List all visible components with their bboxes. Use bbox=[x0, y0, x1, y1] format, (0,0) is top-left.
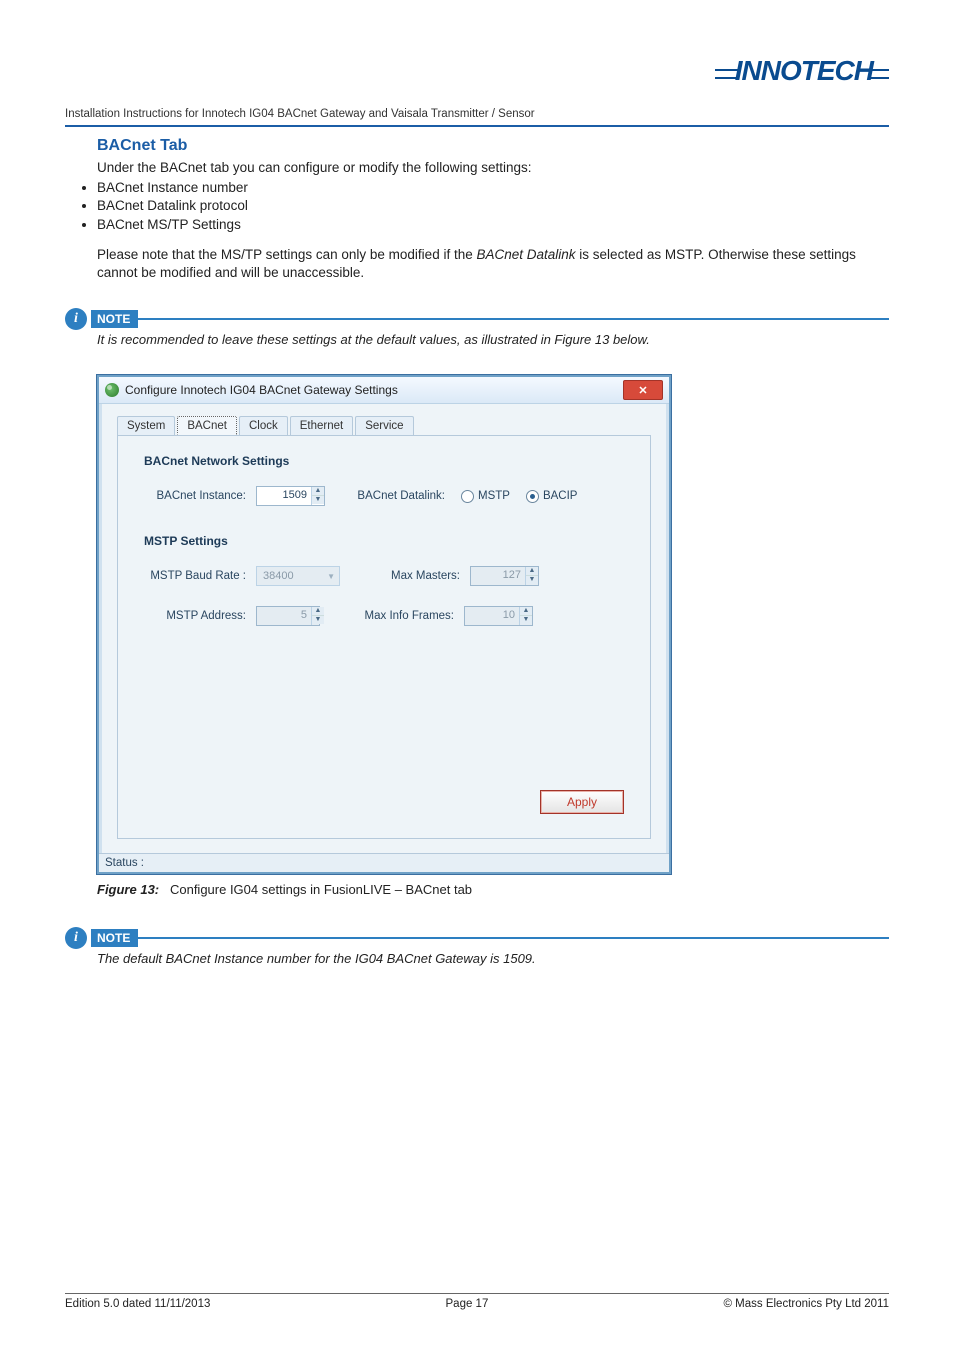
bullet-item: BACnet Datalink protocol bbox=[97, 197, 889, 215]
window-title: Configure Innotech IG04 BACnet Gateway S… bbox=[125, 383, 398, 397]
note-block: i NOTE It is recommended to leave these … bbox=[65, 308, 889, 347]
status-bar: Status : bbox=[99, 853, 669, 872]
chevron-down-icon: ▼ bbox=[327, 572, 335, 581]
settings-window: Configure Innotech IG04 BACnet Gateway S… bbox=[97, 375, 671, 874]
max-masters-spinner: ▲▼ bbox=[470, 566, 539, 586]
tab-ethernet[interactable]: Ethernet bbox=[290, 416, 353, 435]
label-max-info-frames: Max Info Frames: bbox=[350, 610, 454, 622]
max-masters-input bbox=[471, 567, 525, 583]
app-icon bbox=[105, 383, 119, 397]
spin-down-icon[interactable]: ▼ bbox=[312, 496, 324, 504]
tab-clock[interactable]: Clock bbox=[239, 416, 288, 435]
bullet-list: BACnet Instance number BACnet Datalink p… bbox=[83, 179, 889, 234]
mstp-address-spinner: ▲▼ bbox=[256, 606, 320, 626]
spin-up-icon: ▲ bbox=[526, 567, 538, 576]
close-button[interactable]: ✕ bbox=[623, 380, 663, 400]
footer-left: Edition 5.0 dated 11/11/2013 bbox=[65, 1298, 210, 1310]
bullet-item: BACnet MS/TP Settings bbox=[97, 216, 889, 234]
bacnet-instance-spinner[interactable]: ▲▼ bbox=[256, 486, 325, 506]
tab-bar: System BACnet Clock Ethernet Service bbox=[117, 416, 651, 436]
label-max-masters: Max Masters: bbox=[370, 570, 460, 582]
header-rule bbox=[65, 125, 889, 127]
spin-down-icon: ▼ bbox=[312, 616, 324, 624]
spin-up-icon: ▲ bbox=[312, 607, 324, 616]
radio-bacip[interactable]: BACIP bbox=[526, 490, 578, 503]
label-mstp-address: MSTP Address: bbox=[144, 610, 246, 622]
footer-right: © Mass Electronics Pty Ltd 2011 bbox=[723, 1298, 889, 1310]
tab-panel: BACnet Network Settings BACnet Instance:… bbox=[117, 435, 651, 839]
tab-system[interactable]: System bbox=[117, 416, 175, 435]
note-block: i NOTE The default BACnet Instance numbe… bbox=[65, 927, 889, 966]
note-text: The default BACnet Instance number for t… bbox=[97, 951, 889, 966]
tab-service[interactable]: Service bbox=[355, 416, 413, 435]
info-icon: i bbox=[65, 927, 87, 949]
group-title-mstp: MSTP Settings bbox=[144, 534, 632, 548]
apply-button[interactable]: Apply bbox=[540, 790, 624, 814]
spin-down-icon: ▼ bbox=[520, 616, 532, 624]
note-label: NOTE bbox=[91, 929, 138, 947]
group-title-network: BACnet Network Settings bbox=[144, 454, 632, 468]
bullet-item: BACnet Instance number bbox=[97, 179, 889, 197]
spin-up-icon[interactable]: ▲ bbox=[312, 487, 324, 496]
paragraph: Please note that the MS/TP settings can … bbox=[97, 246, 869, 282]
window-titlebar[interactable]: Configure Innotech IG04 BACnet Gateway S… bbox=[99, 377, 669, 403]
brand-logo: INNOTECH bbox=[715, 55, 889, 87]
logo-lines-right bbox=[869, 64, 889, 82]
footer-center: Page 17 bbox=[446, 1298, 489, 1310]
label-mstp-baud: MSTP Baud Rate : bbox=[144, 570, 246, 582]
spin-down-icon: ▼ bbox=[526, 576, 538, 584]
spin-up-icon: ▲ bbox=[520, 607, 532, 616]
radio-mstp[interactable]: MSTP bbox=[461, 490, 510, 503]
intro-text: Under the BACnet tab you can configure o… bbox=[97, 159, 869, 177]
note-label: NOTE bbox=[91, 310, 138, 328]
figure-caption: Figure 13: Configure IG04 settings in Fu… bbox=[97, 882, 889, 897]
section-title: BACnet Tab bbox=[97, 137, 889, 155]
tab-bacnet[interactable]: BACnet bbox=[177, 416, 237, 435]
info-icon: i bbox=[65, 308, 87, 330]
label-bacnet-datalink: BACnet Datalink: bbox=[355, 490, 445, 502]
bacnet-instance-input[interactable] bbox=[257, 487, 311, 503]
max-info-frames-input bbox=[465, 607, 519, 623]
label-bacnet-instance: BACnet Instance: bbox=[144, 490, 246, 502]
doc-header: Installation Instructions for Innotech I… bbox=[65, 108, 889, 120]
note-rule bbox=[138, 318, 889, 320]
mstp-address-input bbox=[257, 607, 311, 623]
page-footer: Edition 5.0 dated 11/11/2013 Page 17 © M… bbox=[65, 1285, 889, 1310]
mstp-baud-dropdown: 38400 ▼ bbox=[256, 566, 340, 586]
note-text: It is recommended to leave these setting… bbox=[97, 332, 889, 347]
mstp-baud-value: 38400 bbox=[263, 570, 294, 582]
max-info-frames-spinner: ▲▼ bbox=[464, 606, 533, 626]
note-rule bbox=[138, 937, 889, 939]
